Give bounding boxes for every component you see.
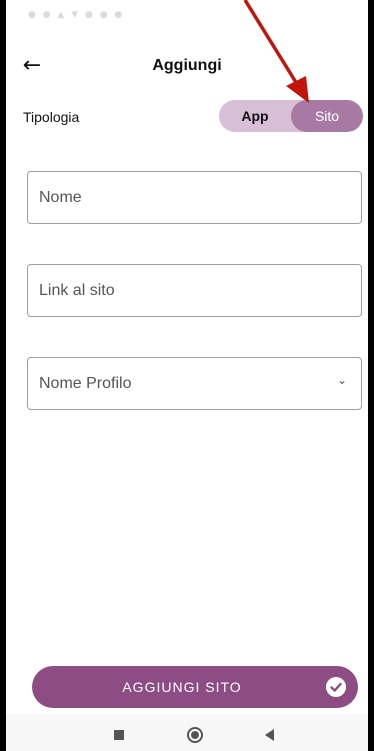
home-button[interactable] <box>187 727 203 743</box>
app-bar: ← Aggiungi <box>6 44 368 88</box>
system-back-button[interactable] <box>265 729 274 741</box>
recents-button[interactable] <box>114 730 124 740</box>
type-segmented-control: App Sito <box>219 100 363 132</box>
type-selector-row: Tipologia App Sito <box>6 100 368 134</box>
chevron-down-icon: ⌄ <box>336 373 347 387</box>
name-field <box>27 171 362 224</box>
page-title: Aggiungi <box>152 57 222 74</box>
segment-sito[interactable]: Sito <box>291 100 363 132</box>
name-input[interactable] <box>28 172 361 223</box>
check-circle-icon <box>326 677 346 697</box>
phone-screen: ● ● ▲ ▼ ● ● ● ← Aggiungi Tipologia App S… <box>6 0 368 751</box>
status-icons: ● ● ▲ ▼ ● ● ● <box>28 10 125 20</box>
add-site-button[interactable]: AGGIUNGI SITO <box>32 666 358 708</box>
link-field <box>27 264 362 317</box>
link-input[interactable] <box>28 265 361 316</box>
profile-select[interactable]: Nome Profilo ⌄ <box>27 357 362 410</box>
system-nav-bar <box>6 714 368 751</box>
segment-app[interactable]: App <box>219 100 291 132</box>
status-bar: ● ● ▲ ▼ ● ● ● <box>6 0 368 30</box>
type-label: Tipologia <box>23 109 80 125</box>
profile-select-label: Nome Profilo <box>39 375 132 392</box>
add-site-button-label: AGGIUNGI SITO <box>122 679 242 695</box>
